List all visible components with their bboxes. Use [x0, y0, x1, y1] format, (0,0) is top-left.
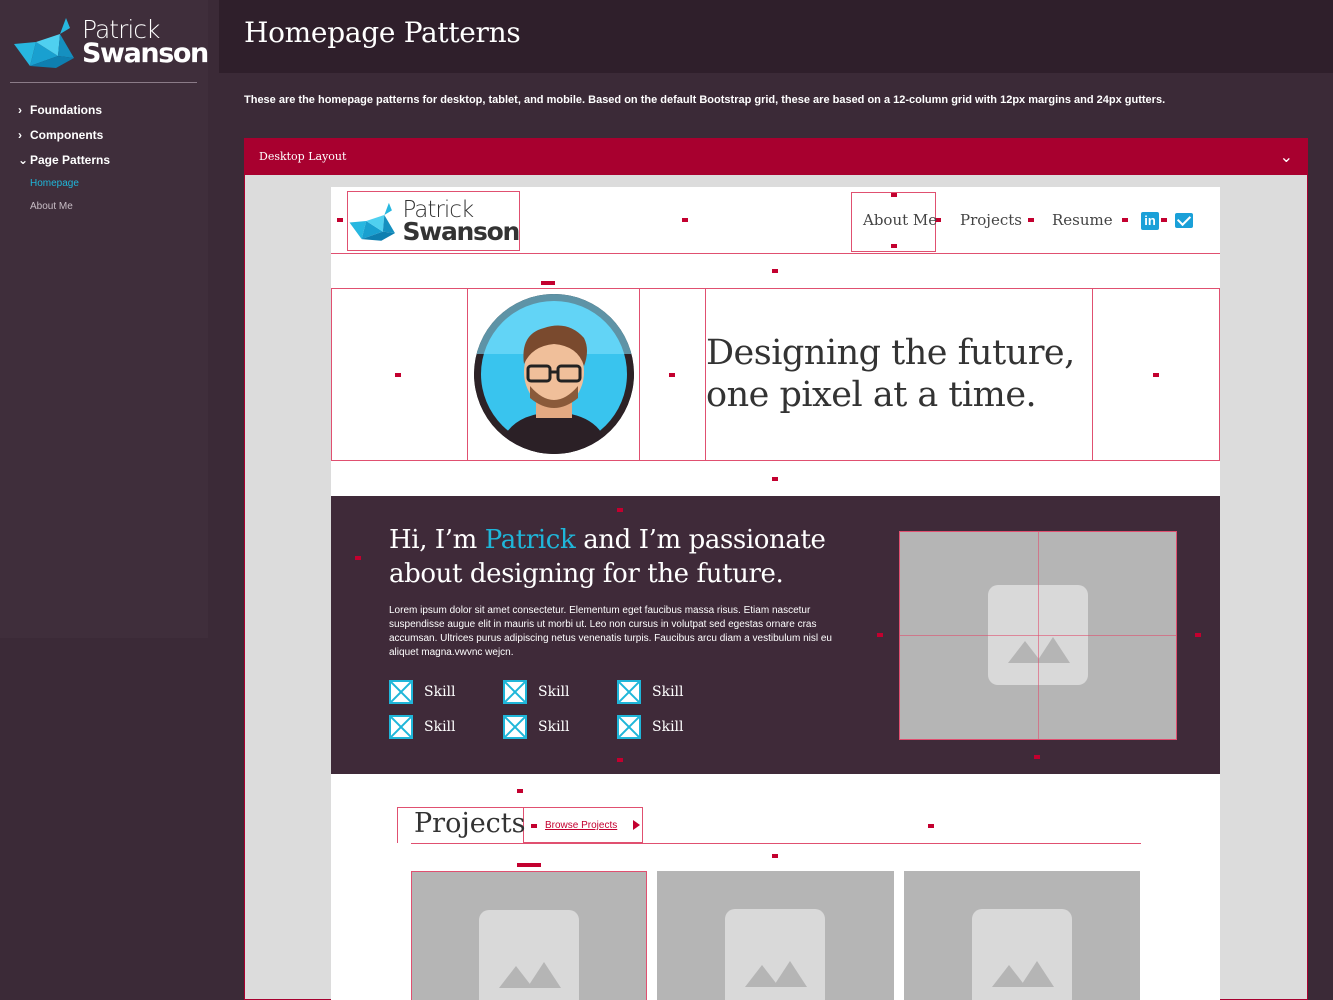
desktop-mockup: Patrick Swanson About Me Projects Resume…	[331, 187, 1220, 1000]
arrow-right-icon	[633, 820, 640, 830]
skill-item: Skill	[389, 680, 456, 704]
panel-title: Desktop Layout	[259, 150, 347, 163]
project-card-placeholder[interactable]	[411, 871, 647, 1000]
page-header: Homepage Patterns	[219, 0, 1333, 73]
about-heading-post: and I’m passionate	[575, 525, 826, 555]
skill-icon	[617, 715, 641, 739]
skill-icon	[389, 680, 413, 704]
about-heading: Hi, I’m Patrick and I’m passionate about…	[389, 523, 826, 591]
page-title: Homepage Patterns	[244, 16, 521, 49]
sidebar-divider	[10, 82, 197, 83]
skill-item: Skill	[389, 715, 456, 739]
sidebar: Patrick Swanson › Foundations › Componen…	[0, 0, 209, 638]
skill-item: Skill	[503, 715, 570, 739]
hero-line-1: Designing the future,	[706, 333, 1075, 373]
linkedin-icon[interactable]: in	[1141, 212, 1159, 230]
skill-item: Skill	[503, 680, 570, 704]
sidebar-item-label: Page Patterns	[30, 152, 111, 167]
mockup-logo[interactable]: Patrick Swanson	[348, 192, 520, 250]
chevron-down-icon[interactable]: ⌄	[1280, 147, 1293, 167]
swan-logo-icon	[349, 202, 395, 241]
sidebar-item-foundations[interactable]: › Foundations	[18, 97, 110, 122]
sidebar-background	[0, 638, 219, 1000]
about-heading-name: Patrick	[484, 525, 576, 555]
sidebar-item-components[interactable]: › Components	[18, 122, 110, 147]
chevron-down-icon: ⌄	[18, 152, 29, 167]
about-heading-line2: about designing for the future.	[389, 559, 784, 589]
hero-heading: Designing the future, one pixel at a tim…	[706, 332, 1075, 416]
skill-label: Skill	[652, 719, 684, 735]
mockup-logo-last: Swanson	[402, 217, 520, 246]
sidebar-nav: › Foundations › Components ⌄ Page Patter…	[18, 97, 110, 218]
mockup-nav-projects[interactable]: Projects	[960, 211, 1022, 229]
sidebar-subitem-homepage[interactable]: Homepage	[30, 172, 110, 195]
mail-icon[interactable]	[1175, 213, 1193, 228]
skill-item: Skill	[617, 680, 684, 704]
sidebar-item-label: Components	[30, 127, 104, 142]
skill-label: Skill	[538, 684, 570, 700]
page-intro: These are the homepage patterns for desk…	[244, 94, 1166, 106]
image-icon	[479, 910, 579, 1000]
chevron-right-icon: ›	[18, 102, 22, 117]
chevron-right-icon: ›	[18, 127, 22, 142]
logo-name-last: Swanson	[82, 38, 209, 69]
skill-icon	[389, 715, 413, 739]
project-card-placeholder[interactable]	[657, 871, 894, 1000]
skill-label: Skill	[538, 719, 570, 735]
image-icon	[725, 909, 825, 1000]
projects-heading: Projects	[414, 808, 526, 839]
hero-line-2: one pixel at a time.	[706, 375, 1037, 415]
swan-logo-icon	[14, 18, 74, 68]
skill-label: Skill	[424, 684, 456, 700]
about-body: Lorem ipsum dolor sit amet consectetur. …	[389, 605, 832, 658]
skill-icon	[503, 715, 527, 739]
image-icon	[972, 909, 1072, 1000]
skill-icon	[503, 680, 527, 704]
sidebar-item-label: Foundations	[30, 102, 102, 117]
panel-header[interactable]: Desktop Layout ⌄	[245, 139, 1307, 175]
mockup-nav-resume[interactable]: Resume	[1052, 211, 1113, 229]
sidebar-item-page-patterns[interactable]: ⌄ Page Patterns	[18, 147, 110, 172]
avatar	[474, 294, 634, 454]
sidebar-subitem-about-me[interactable]: About Me	[30, 195, 110, 218]
project-card-placeholder[interactable]	[904, 871, 1140, 1000]
skill-label: Skill	[424, 719, 456, 735]
about-heading-pre: Hi, I’m	[389, 525, 485, 555]
skill-icon	[617, 680, 641, 704]
about-section: Hi, I’m Patrick and I’m passionate about…	[331, 496, 1220, 774]
site-logo[interactable]: Patrick Swanson	[12, 14, 209, 70]
browse-projects-link[interactable]: Browse Projects	[545, 820, 617, 831]
skill-label: Skill	[652, 684, 684, 700]
skill-item: Skill	[617, 715, 684, 739]
mockup-nav-about-me[interactable]: About Me	[863, 211, 937, 229]
